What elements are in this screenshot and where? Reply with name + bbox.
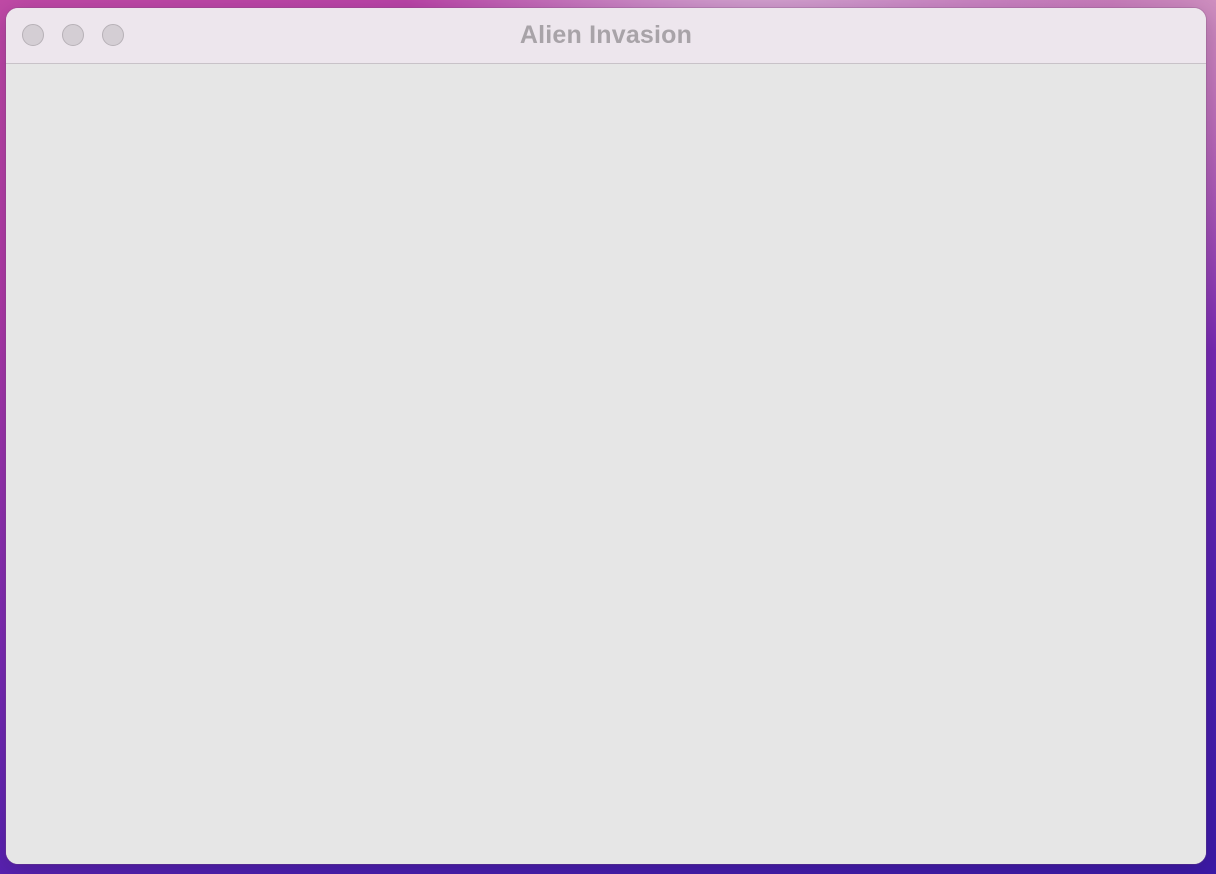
game-canvas[interactable] bbox=[6, 64, 1206, 864]
window-titlebar[interactable]: Alien Invasion bbox=[6, 8, 1206, 64]
app-window: Alien Invasion bbox=[6, 8, 1206, 864]
window-title: Alien Invasion bbox=[519, 21, 693, 49]
